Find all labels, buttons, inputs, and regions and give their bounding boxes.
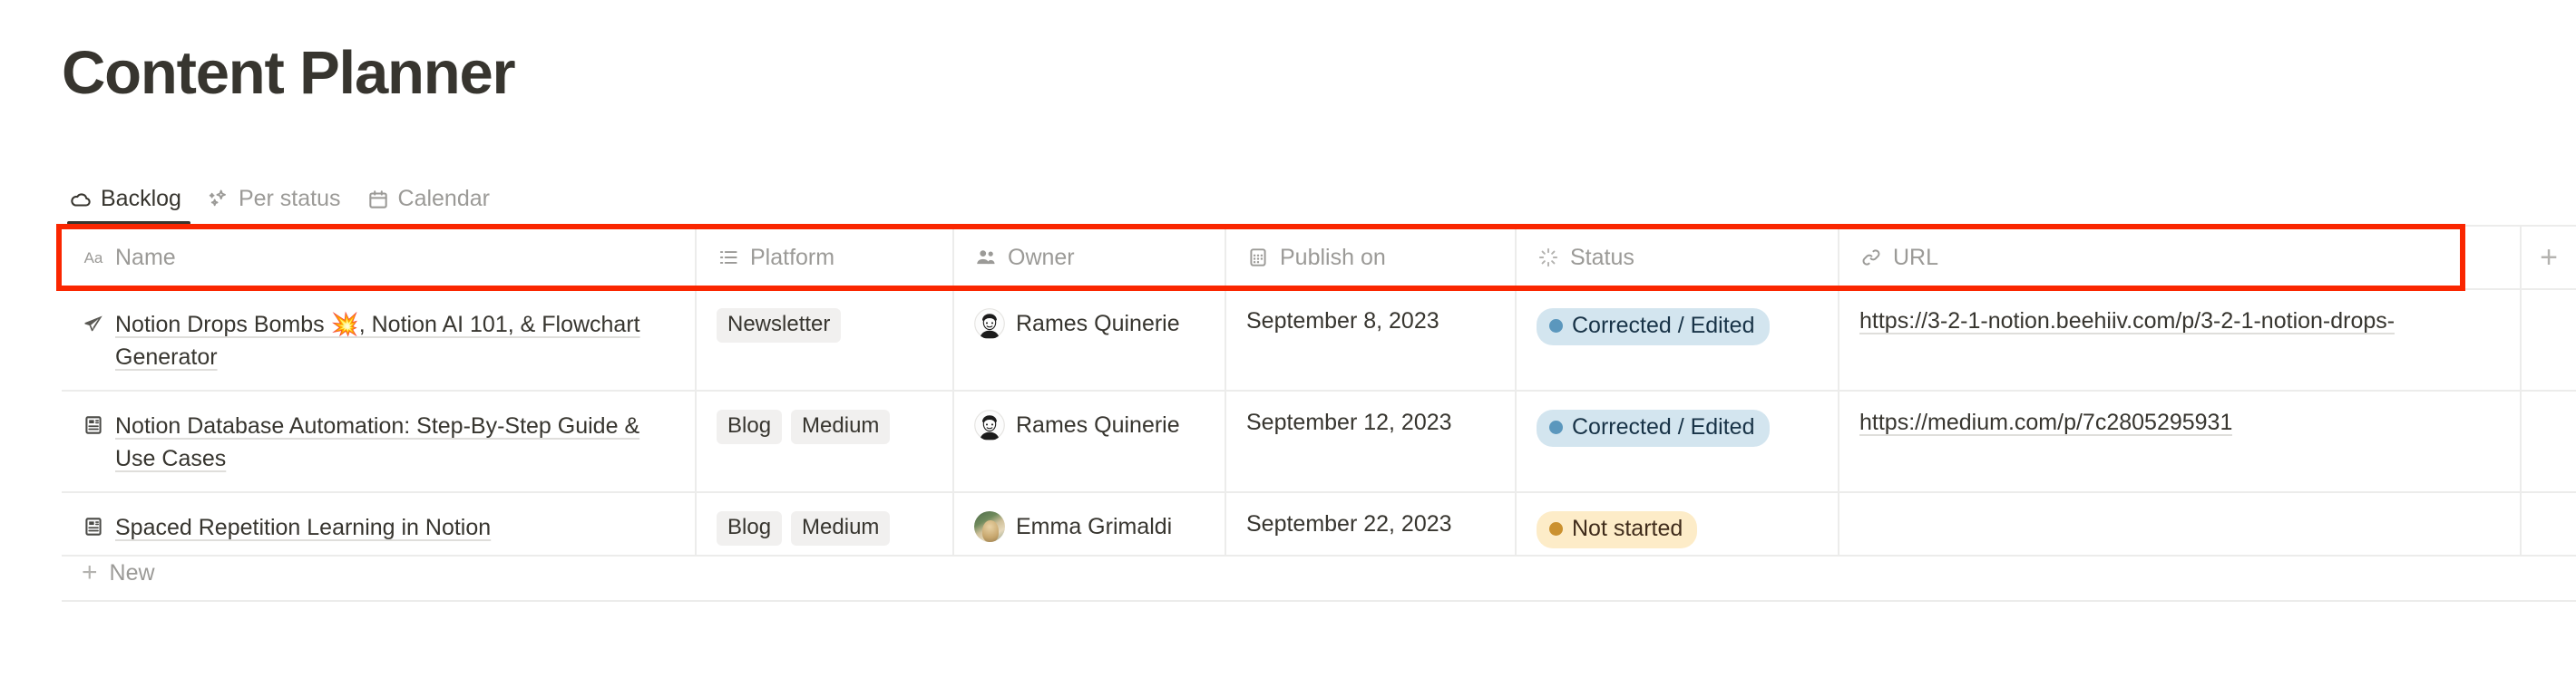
new-row-button[interactable]: + New [62, 559, 155, 586]
row-name-cell[interactable]: Notion Database Automation: Step-By-Step… [62, 392, 697, 491]
status-dot-icon [1549, 521, 1563, 536]
column-header-platform-label: Platform [750, 244, 835, 270]
table-row: Notion Drops Bombs 💥, Notion AI 101, & F… [62, 290, 2576, 392]
status-badge: Corrected / Edited [1537, 308, 1770, 345]
multi-select-list-icon [717, 246, 740, 269]
status-label: Corrected / Edited [1572, 313, 1755, 338]
status-dot-icon [1549, 420, 1563, 434]
database-table: Aa Name Platform Owner Publish on Status… [62, 225, 2576, 557]
url-link[interactable]: https://medium.com/p/7c2805295931 [1859, 410, 2232, 436]
people-icon [974, 246, 998, 269]
column-header-name[interactable]: Aa Name [62, 227, 697, 288]
column-header-platform[interactable]: Platform [697, 227, 954, 288]
svg-text:Aa: Aa [84, 249, 103, 266]
tab-backlog[interactable]: Backlog [63, 186, 194, 225]
column-header-name-label: Name [115, 244, 176, 270]
view-tabs: Backlog Per status Calendar [63, 174, 503, 225]
url-link[interactable]: https://3-2-1-notion.beehiiv.com/p/3-2-1… [1859, 308, 2395, 334]
plus-icon: + [82, 557, 98, 587]
row-name-label[interactable]: Notion Drops Bombs 💥, Notion AI 101, & F… [115, 308, 675, 374]
platform-tag: Newsletter [717, 308, 842, 343]
publish-date: September 12, 2023 [1246, 410, 1452, 435]
table-row: Notion Database Automation: Step-By-Step… [62, 392, 2576, 493]
page-title: Content Planner [62, 39, 516, 107]
row-name-cell[interactable]: Notion Drops Bombs 💥, Notion AI 101, & F… [62, 290, 697, 390]
status-spinner-icon [1537, 246, 1560, 269]
row-platform-cell[interactable]: Newsletter [697, 290, 954, 390]
platform-tag: Medium [791, 511, 891, 546]
row-publish-on-cell[interactable]: September 12, 2023 [1226, 392, 1517, 491]
column-header-publish-on-label: Publish on [1280, 244, 1386, 270]
avatar [974, 511, 1005, 542]
column-header-owner-label: Owner [1008, 244, 1075, 270]
sparkles-icon [207, 188, 230, 211]
row-owner-cell[interactable]: Rames Quinerie [954, 290, 1226, 390]
status-dot-icon [1549, 318, 1563, 333]
row-spacer-cell [2522, 392, 2576, 491]
row-spacer-cell [2522, 290, 2576, 390]
avatar [974, 308, 1005, 339]
article-page-icon [82, 413, 105, 437]
new-row-label: New [109, 559, 155, 586]
column-header-owner[interactable]: Owner [954, 227, 1226, 288]
status-label: Corrected / Edited [1572, 414, 1755, 440]
row-status-cell[interactable]: Corrected / Edited [1517, 392, 1839, 491]
tab-calendar[interactable]: Calendar [354, 186, 503, 225]
row-owner-cell[interactable]: Rames Quinerie [954, 392, 1226, 491]
calendar-icon [366, 188, 390, 211]
paper-plane-icon [82, 312, 105, 335]
tab-backlog-label: Backlog [101, 186, 181, 211]
tab-calendar-label: Calendar [397, 186, 490, 211]
column-header-status-label: Status [1570, 244, 1634, 270]
platform-tag: Medium [791, 410, 891, 444]
new-row[interactable]: + New [62, 546, 2576, 602]
table-header-row: Aa Name Platform Owner Publish on Status… [62, 227, 2576, 290]
row-platform-cell[interactable]: Blog Medium [697, 392, 954, 491]
cloud-icon [69, 188, 93, 211]
column-header-url[interactable]: URL [1839, 227, 2522, 288]
article-page-icon [82, 515, 105, 538]
row-name-label[interactable]: Spaced Repetition Learning in Notion [115, 511, 491, 544]
column-header-url-label: URL [1893, 244, 1939, 270]
link-icon [1859, 246, 1883, 269]
owner-name: Rames Quinerie [1016, 412, 1180, 438]
add-column-cell[interactable]: + [2522, 227, 2576, 288]
row-url-cell[interactable]: https://3-2-1-notion.beehiiv.com/p/3-2-1… [1839, 290, 2522, 390]
owner-name: Emma Grimaldi [1016, 513, 1173, 539]
tab-per-status-label: Per status [238, 186, 341, 211]
avatar [974, 410, 1005, 441]
platform-tag: Blog [717, 511, 783, 546]
publish-date: September 8, 2023 [1246, 308, 1439, 334]
status-badge: Not started [1537, 511, 1698, 548]
status-label: Not started [1572, 516, 1683, 541]
row-status-cell[interactable]: Corrected / Edited [1517, 290, 1839, 390]
row-url-cell[interactable]: https://medium.com/p/7c2805295931 [1839, 392, 2522, 491]
add-column-button[interactable]: + [2540, 227, 2558, 288]
column-header-status[interactable]: Status [1517, 227, 1839, 288]
date-calendar-icon [1246, 246, 1270, 269]
owner-name: Rames Quinerie [1016, 310, 1180, 336]
tab-per-status[interactable]: Per status [194, 186, 354, 225]
publish-date: September 22, 2023 [1246, 511, 1452, 537]
content-planner-page: Content Planner Backlog Per status Calen… [0, 0, 2576, 678]
column-header-publish-on[interactable]: Publish on [1226, 227, 1517, 288]
row-name-label[interactable]: Notion Database Automation: Step-By-Step… [115, 410, 675, 476]
row-publish-on-cell[interactable]: September 8, 2023 [1226, 290, 1517, 390]
text-aa-icon: Aa [82, 246, 105, 269]
platform-tag: Blog [717, 410, 783, 444]
status-badge: Corrected / Edited [1537, 410, 1770, 447]
